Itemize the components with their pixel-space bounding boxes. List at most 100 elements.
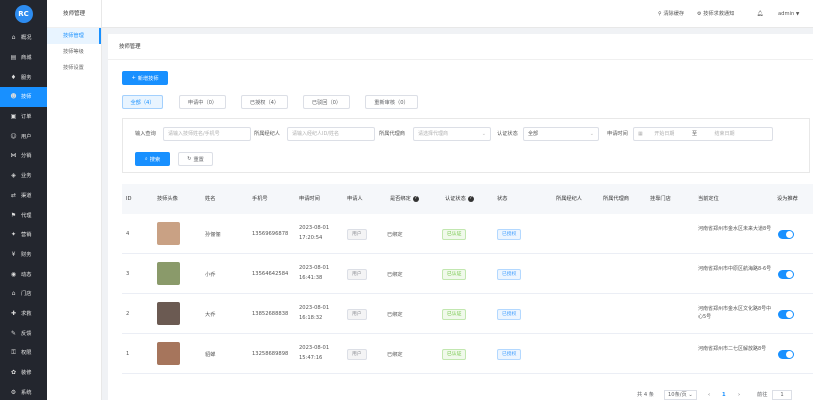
th-apply-time: 申请时间 <box>299 196 320 202</box>
decorate-icon: ✿ <box>10 369 17 377</box>
status-tag: 已授权 <box>497 309 522 320</box>
search-button-label: 搜索 <box>149 156 161 163</box>
sidebar-item-distribution[interactable]: ⋈ 分销 <box>0 146 47 166</box>
agent-select[interactable]: 请选择代理商 ⌄ <box>413 127 491 141</box>
sidebar-item-order[interactable]: ▣ 订单 <box>0 107 47 127</box>
tab-all[interactable]: 全部（4） <box>122 95 163 109</box>
tab-rejected[interactable]: 已驳回（0） <box>303 95 350 109</box>
page-number-current[interactable]: 1 <box>722 390 726 400</box>
help-icon[interactable]: ? <box>412 195 419 202</box>
tab-applying[interactable]: 申请中（0） <box>179 95 226 109</box>
goto-label: 前往 <box>757 392 768 398</box>
cell-name: 貂蝉 <box>205 352 216 358</box>
avatar[interactable] <box>157 222 180 245</box>
sidebar-item-store[interactable]: ⌂ 门店 <box>0 284 47 304</box>
search-icon: ⌕ <box>144 155 148 162</box>
user-menu[interactable]: admin ▼ <box>778 0 799 28</box>
clear-cache-label: 清除缓存 <box>663 11 685 17</box>
cell-name: 大乔 <box>205 312 216 318</box>
th-name: 姓名 <box>205 196 216 202</box>
broker-input[interactable]: 请输入经纪人ID/姓名 <box>287 127 375 141</box>
tab-authorized[interactable]: 已授权（4） <box>241 95 288 109</box>
clear-cache-button[interactable]: ⚲ 清除缓存 <box>658 0 684 28</box>
auth-status-value: 全部 <box>528 131 539 137</box>
status-tag: 已授权 <box>497 269 522 280</box>
broker-label: 所属经纪人 <box>254 131 280 137</box>
goto-page-input[interactable]: 1 <box>772 390 792 400</box>
submenu-item-technician-settings[interactable]: 技师设置 <box>47 60 101 76</box>
th-location: 当前定位 <box>698 196 719 202</box>
recommend-toggle[interactable] <box>778 350 794 359</box>
sidebar-item-marketing[interactable]: ✦ 营销 <box>0 225 47 245</box>
chevron-down-icon: ⌄ <box>688 392 693 398</box>
sidebar-item-finance[interactable]: ¥ 财务 <box>0 245 47 265</box>
submenu-item-technician-manage[interactable]: 技师管理 <box>47 28 101 44</box>
search-button[interactable]: ⌕ 搜索 <box>135 152 170 166</box>
sidebar-item-feed[interactable]: ◉ 动态 <box>0 264 47 284</box>
query-input[interactable]: 请输入技师姓名/手机号 <box>163 127 251 141</box>
recommend-toggle[interactable] <box>778 230 794 239</box>
sidebar-item-feedback[interactable]: ✎ 反馈 <box>0 323 47 343</box>
reset-icon: ↻ <box>187 156 192 162</box>
sidebar-item-label: 反馈 <box>21 330 32 337</box>
tab-re-review[interactable]: 重新审核（0） <box>365 95 418 109</box>
th-store: 挂靠门店 <box>650 196 671 202</box>
end-date-placeholder: 结束日期 <box>714 131 735 137</box>
service-icon: ♦ <box>10 73 17 81</box>
page-size-select[interactable]: 10条/页 ⌄ <box>664 390 697 400</box>
sos-notice-button[interactable]: ⚙ 技师求救通知 <box>697 0 734 28</box>
app-root: RC ⌂ 概况 ▤ 商城 ♦ 服务 ☻ 技师 ▣ 订单 ☺ 用户 ⋈ 分销 ◈ 业务 ⇄ 渠道 ⚑ 代理 ✦ 营销 ¥ 财务 ◉… <box>0 0 813 400</box>
avatar[interactable] <box>157 262 180 285</box>
sidebar-item-technician[interactable]: ☻ 技师 <box>0 87 47 107</box>
cell-bound: 已绑定 <box>387 232 403 238</box>
th-phone: 手机号 <box>252 196 268 202</box>
bell-icon[interactable]: 🔔︎ <box>757 0 764 28</box>
recommend-toggle[interactable] <box>778 270 794 279</box>
help-icon[interactable]: ? <box>467 195 474 202</box>
avatar[interactable] <box>157 342 180 365</box>
next-page-button[interactable]: › <box>738 390 740 400</box>
plus-icon: + <box>131 75 136 81</box>
sidebar-item-label: 求救 <box>21 310 32 317</box>
sos-notice-label: 技师求救通知 <box>703 11 735 17</box>
sidebar-item-channel[interactable]: ⇄ 渠道 <box>0 186 47 206</box>
add-technician-label: 新增技师 <box>137 75 159 82</box>
sidebar-item-label: 权限 <box>21 350 32 357</box>
sidebar-item-user[interactable]: ☺ 用户 <box>0 126 47 146</box>
sidebar-item-label: 用户 <box>21 133 32 140</box>
cell-id: 4 <box>126 231 130 237</box>
date-range-picker[interactable]: ▦ 开始日期 至 结束日期 <box>633 127 773 141</box>
sidebar-item-label: 代理 <box>21 212 32 219</box>
sidebar-item-service[interactable]: ♦ 服务 <box>0 67 47 87</box>
shop-icon: ▤ <box>10 54 17 62</box>
sidebar-item-decorate[interactable]: ✿ 装修 <box>0 363 47 383</box>
cell-apply-time: 16:18:32 <box>299 315 323 321</box>
reset-button[interactable]: ↻ 重置 <box>178 152 213 166</box>
breadcrumb: 技师管理 <box>108 34 813 60</box>
recommend-toggle[interactable] <box>778 310 794 319</box>
sidebar-item-permission[interactable]: ⚿ 权限 <box>0 343 47 363</box>
sidebar-item-label: 概况 <box>21 35 32 42</box>
avatar[interactable] <box>157 302 180 325</box>
sidebar-item-system[interactable]: ⚙ 系统 <box>0 382 47 400</box>
logo: RC <box>0 0 47 28</box>
cell-name: 小乔 <box>205 272 216 278</box>
cell-location: 河南省郑州市中原区航海路8-6号 <box>698 266 772 272</box>
user-icon: ☺ <box>10 132 17 140</box>
sidebar-item-agent[interactable]: ⚑ 代理 <box>0 205 47 225</box>
auth-status-select[interactable]: 全部 ⌄ <box>523 127 599 141</box>
th-id: ID <box>126 196 132 202</box>
pin-icon: ⚲ <box>658 11 662 17</box>
auth-status-tag: 已认证 <box>442 349 467 360</box>
sidebar-item-shop[interactable]: ▤ 商城 <box>0 48 47 68</box>
cell-id: 3 <box>126 271 130 277</box>
sidebar-item-home[interactable]: ⌂ 概况 <box>0 28 47 48</box>
prev-page-button[interactable]: ‹ <box>708 390 710 400</box>
th-recommend: 设为推荐 <box>777 196 798 202</box>
applicant-tag: 用户 <box>347 229 367 240</box>
add-technician-button[interactable]: + 新增技师 <box>122 71 168 85</box>
sidebar-item-sos[interactable]: ✚ 求救 <box>0 304 47 324</box>
submenu-item-technician-level[interactable]: 技师等级 <box>47 44 101 60</box>
distribution-icon: ⋈ <box>10 152 17 160</box>
sidebar-item-business[interactable]: ◈ 业务 <box>0 166 47 186</box>
